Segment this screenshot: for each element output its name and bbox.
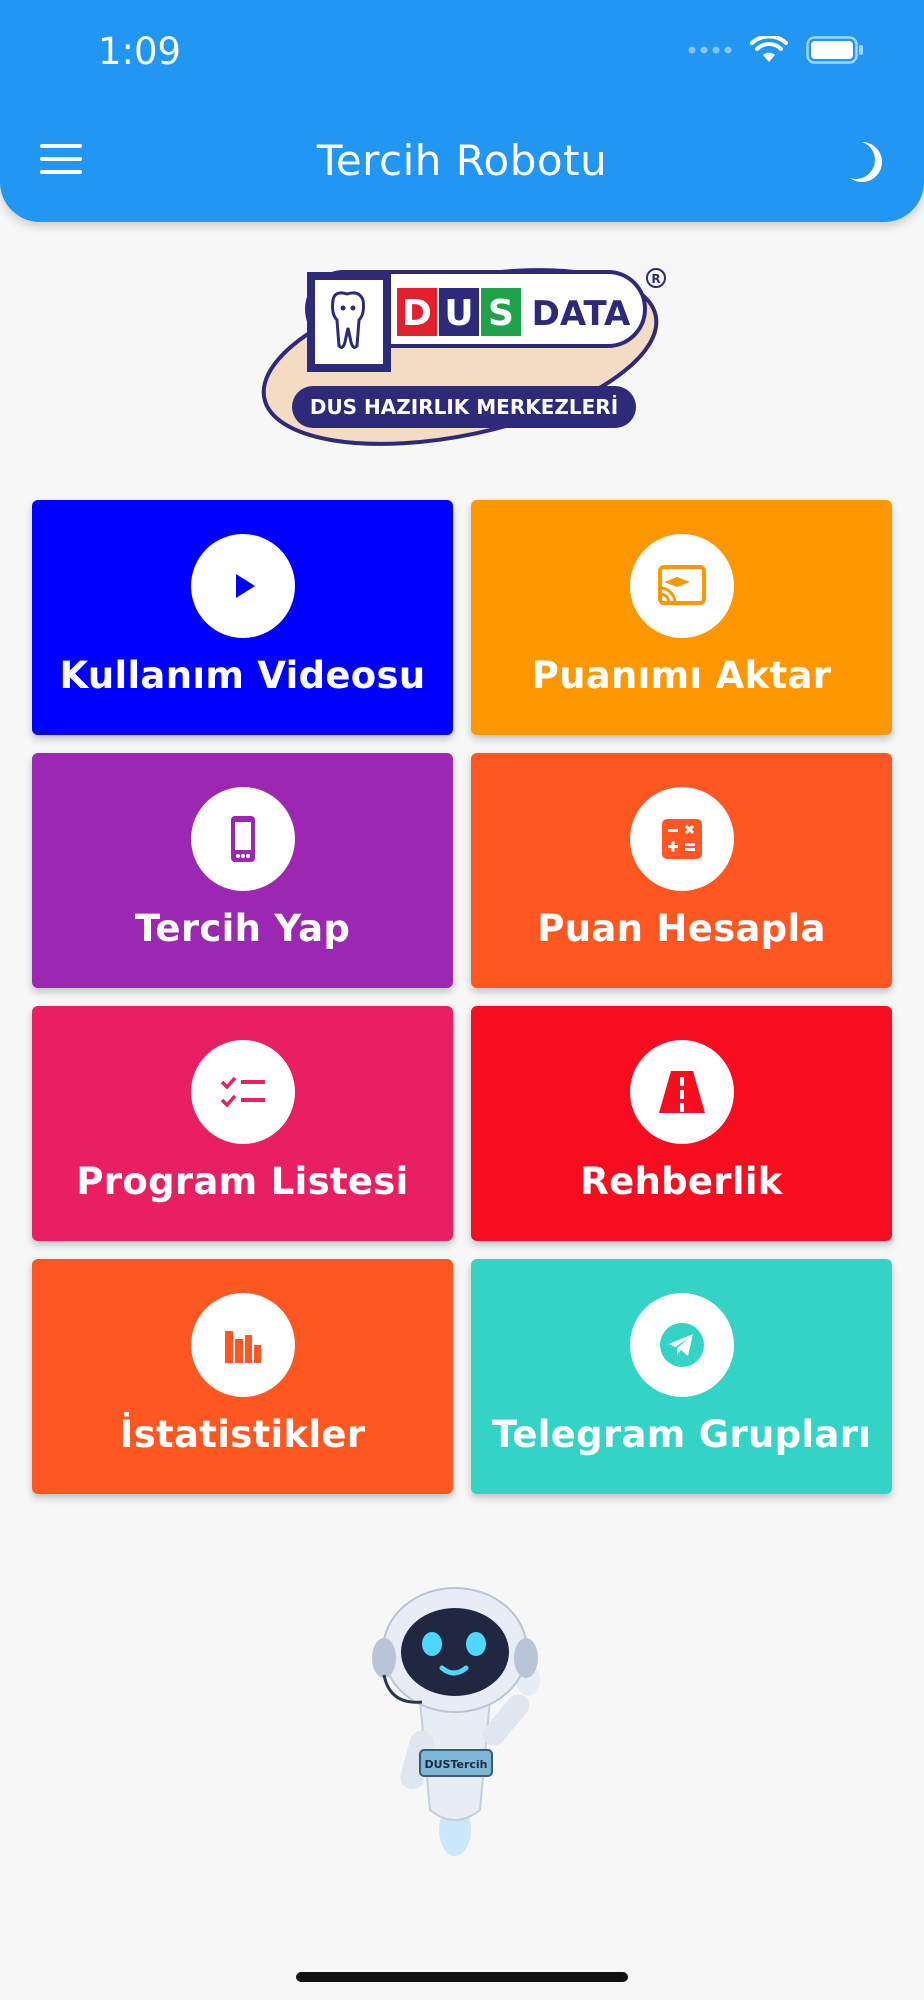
tile-label: Kullanım Videosu [59, 654, 426, 697]
svg-text:D: D [402, 293, 432, 334]
battery-icon [806, 36, 863, 64]
tile-label: Puanımı Aktar [531, 654, 832, 697]
phone-icon [230, 816, 255, 862]
tile-rehberlik[interactable]: Rehberlik [471, 1006, 892, 1241]
tile-label: Telegram Grupları [491, 1413, 872, 1456]
tile-label: Puan Hesapla [537, 907, 826, 950]
tile-label: İstatistikler [119, 1413, 366, 1456]
tile-telegram-gruplari[interactable]: Telegram Grupları [471, 1259, 892, 1494]
tile-program-listesi[interactable]: Program Listesi [32, 1006, 453, 1241]
moon-icon [850, 142, 882, 182]
tile-puanimi-aktar[interactable]: Puanımı Aktar [471, 500, 892, 735]
wifi-icon [750, 36, 788, 62]
dark-mode-toggle[interactable] [848, 140, 888, 184]
svg-text:DATA: DATA [532, 294, 631, 334]
road-icon [658, 1071, 705, 1113]
tile-kullanim-videosu[interactable]: Kullanım Videosu [32, 500, 453, 735]
tile-istatistikler[interactable]: İstatistikler [32, 1259, 453, 1494]
robot-badge-text: DUSTercih [424, 1758, 487, 1771]
telegram-icon [659, 1323, 704, 1367]
app-bar: 1:09 Tercih Robotu [0, 0, 924, 222]
status-time: 1:09 [98, 30, 182, 73]
status-icons [688, 36, 864, 64]
logo-subtitle: DUS HAZIRLIK MERKEZLERİ [310, 395, 618, 419]
menu-grid: Kullanım Videosu Puanımı Aktar Tercih Ya… [32, 500, 892, 1494]
calculator-icon [661, 819, 702, 859]
tile-label: Rehberlik [580, 1160, 783, 1203]
checklist-icon [220, 1076, 265, 1108]
signal-icon [688, 46, 732, 54]
play-icon [235, 574, 255, 598]
home-indicator [296, 1972, 628, 1982]
page-title: Tercih Robotu [316, 136, 608, 185]
cast-education-icon [657, 565, 706, 605]
tile-puan-hesapla[interactable]: Puan Hesapla [471, 753, 892, 988]
dusdata-logo: D U S DATA R DUS HAZIRLIK MERKEZLERİ [261, 268, 666, 446]
tile-tercih-yap[interactable]: Tercih Yap [32, 753, 453, 988]
svg-text:U: U [444, 293, 473, 334]
svg-text:R: R [651, 272, 660, 286]
tile-label: Tercih Yap [134, 907, 351, 950]
svg-text:S: S [488, 293, 514, 334]
bar-chart-icon [224, 1331, 261, 1363]
tile-label: Program Listesi [76, 1160, 409, 1203]
robot-mascot-image: DUSTercih [372, 1587, 540, 1856]
